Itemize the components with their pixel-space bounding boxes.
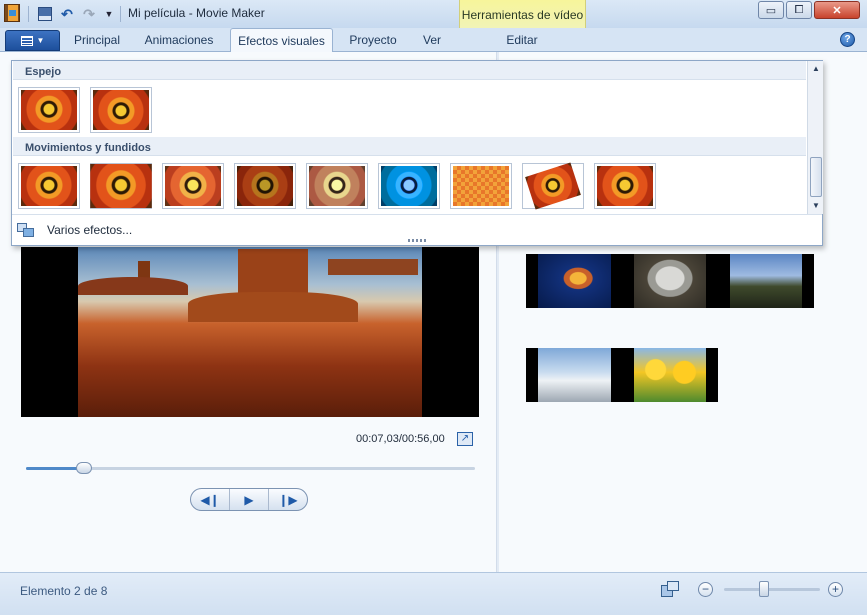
tab-principal[interactable]: Principal [62, 28, 132, 52]
contextual-tab-group-label: Herramientas de vídeo [461, 8, 584, 22]
minimize-button[interactable]: ▭ [758, 1, 784, 19]
more-effects-link[interactable]: Varios efectos... [47, 223, 132, 237]
zoom-out-icon[interactable]: − [698, 582, 713, 597]
storyboard-clip[interactable] [526, 254, 814, 308]
playback-controls: ◀❙ ▶ ❙▶ [190, 488, 308, 511]
gallery-footer: Varios efectos... [12, 214, 822, 246]
gallery-resize-grip[interactable] [408, 239, 426, 242]
close-button[interactable]: ✕ [814, 1, 860, 19]
seek-bar[interactable] [26, 462, 475, 474]
effect-spin[interactable] [594, 163, 656, 209]
video-preview[interactable] [21, 247, 479, 417]
maximize-button[interactable]: ⧠ [786, 1, 812, 19]
help-icon[interactable]: ? [840, 32, 855, 47]
effect-fade-white[interactable] [162, 163, 224, 209]
play-icon[interactable]: ▶ [230, 489, 269, 510]
visual-effects-gallery: Espejo Movimientos y fundidos ▲ ▼ Varios… [11, 60, 823, 246]
next-frame-icon[interactable]: ❙▶ [269, 489, 307, 510]
effect-group-header-espejo: Espejo [13, 61, 806, 80]
scrollbar-thumb[interactable] [810, 157, 822, 197]
effect-pixelate[interactable] [450, 163, 512, 209]
save-icon[interactable] [36, 5, 54, 23]
fullscreen-icon[interactable]: ↗ [457, 432, 473, 446]
playback-time: 00:07,03/00:56,00 [356, 433, 445, 445]
zoom-slider[interactable] [724, 581, 820, 597]
effect-mirror-horizontal[interactable] [18, 87, 80, 133]
status-bar: Elemento 2 de 8 − + [0, 572, 867, 615]
gallery-scrollbar[interactable]: ▲ ▼ [807, 61, 823, 214]
tab-editar[interactable]: Editar [490, 28, 554, 52]
effect-blur-fade[interactable] [306, 163, 368, 209]
effect-rotate[interactable] [522, 162, 584, 210]
chevron-down-icon: ▼ [36, 36, 45, 45]
seek-bar-thumb[interactable] [76, 462, 93, 474]
quick-access-separator [120, 6, 121, 22]
effect-cycle-colors[interactable] [378, 163, 440, 209]
movie-maker-app-icon[interactable] [4, 4, 20, 22]
effect-group-header-movimientos: Movimientos y fundidos [13, 137, 806, 156]
effect-fade-black[interactable] [234, 163, 296, 209]
undo-icon[interactable]: ↶ [58, 5, 76, 23]
menu-icon [20, 35, 33, 46]
more-effects-icon[interactable] [17, 223, 35, 238]
thumbnail-size-icon[interactable] [661, 581, 681, 598]
previous-frame-icon[interactable]: ◀❙ [191, 489, 230, 510]
effect-mirror-vertical[interactable] [90, 87, 152, 133]
clip-thumbnail-tulips [634, 348, 706, 402]
ribbon-tab-bar: ▼ Principal Animaciones Efectos visuales… [0, 28, 867, 52]
preview-frame-image [78, 247, 422, 417]
clip-thumbnail-koala [634, 254, 706, 308]
clip-thumbnail-jellyfish [538, 254, 611, 308]
scroll-down-icon[interactable]: ▼ [808, 201, 824, 210]
clip-thumbnail-penguins [538, 348, 611, 402]
tab-ver[interactable]: Ver [414, 28, 450, 52]
tab-animaciones[interactable]: Animaciones [134, 28, 224, 52]
tab-efectos-visuales[interactable]: Efectos visuales [230, 28, 333, 52]
tab-proyecto[interactable]: Proyecto [338, 28, 408, 52]
scroll-up-icon[interactable]: ▲ [808, 64, 824, 73]
window-title: Mi película - Movie Maker [128, 6, 265, 20]
zoom-slider-thumb[interactable] [759, 581, 770, 597]
clip-thumbnail-lighthouse [730, 254, 802, 308]
effect-pan-zoom[interactable] [18, 163, 80, 209]
zoom-in-icon[interactable]: + [828, 582, 843, 597]
redo-icon[interactable]: ↷ [80, 5, 98, 23]
status-item-count: Elemento 2 de 8 [20, 584, 108, 598]
title-bar: ↶ ↷ ▼ Mi película - Movie Maker ▭ ⧠ ✕ [0, 0, 867, 28]
effect-zoom-in[interactable] [90, 163, 152, 209]
application-menu-button[interactable]: ▼ [5, 30, 60, 51]
storyboard-clip[interactable] [526, 348, 718, 402]
customize-quick-access-icon[interactable]: ▼ [100, 5, 118, 23]
quick-access-separator [28, 6, 29, 22]
